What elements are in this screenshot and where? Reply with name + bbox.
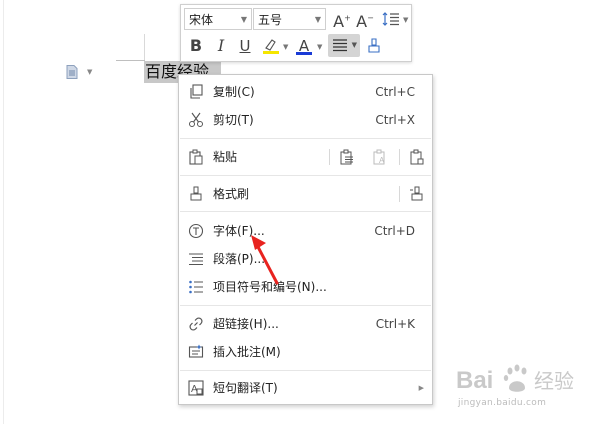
menu-item-paste[interactable]: 粘贴 A xyxy=(179,144,432,170)
menu-item-hyperlink[interactable]: 超链接(H)... Ctrl+K xyxy=(179,311,432,337)
grow-font-icon: A+ xyxy=(333,12,351,32)
menu-item-label: 短句翻译(T) xyxy=(213,381,278,395)
menu-item-label: 超链接(H)... xyxy=(213,317,279,331)
menu-item-insert-comment[interactable]: 插入批注(M) xyxy=(179,339,432,365)
format-painter-lock-icon[interactable] xyxy=(409,186,425,202)
shrink-font-button[interactable]: A− xyxy=(354,8,376,32)
menu-separator xyxy=(180,138,431,139)
menu-item-shortcut: Ctrl+D xyxy=(374,224,415,238)
align-justify-icon xyxy=(333,39,347,52)
menu-item-paragraph[interactable]: 段落(P)... xyxy=(179,246,432,272)
italic-icon: I xyxy=(217,36,225,55)
shrink-font-icon: A− xyxy=(356,12,374,32)
menu-item-cut[interactable]: 剪切(T) Ctrl+X xyxy=(179,107,432,133)
italic-button[interactable]: I xyxy=(210,35,232,57)
menu-divider xyxy=(329,149,330,165)
menu-item-copy[interactable]: 复制(C) Ctrl+C xyxy=(179,79,432,105)
menu-item-label: 粘贴 xyxy=(213,150,238,164)
paste-merge-format-icon[interactable] xyxy=(409,149,425,165)
mini-toolbar: 宋体 ▼ 五号 ▼ A+ A− ▼ B I U ▼ A ▼ ▼ xyxy=(180,4,412,62)
menu-item-translate[interactable]: A 短句翻译(T) ▶ xyxy=(179,375,432,401)
menu-item-label: 复制(C) xyxy=(213,85,255,99)
format-painter-icon xyxy=(368,38,380,53)
svg-text:经验: 经验 xyxy=(534,369,574,393)
menu-item-label: 剪切(T) xyxy=(213,113,254,127)
submenu-arrow-icon: ▶ xyxy=(418,384,424,392)
chevron-down-icon[interactable]: ▼ xyxy=(403,16,408,24)
format-painter-icon xyxy=(190,186,202,201)
page-margin-guide xyxy=(116,60,145,61)
menu-item-bullets-numbering[interactable]: 项目符号和编号(N)... xyxy=(179,274,432,300)
page-margin-guide xyxy=(144,34,145,60)
font-size-value: 五号 xyxy=(258,13,283,27)
svg-text:Bai: Bai xyxy=(456,367,493,394)
scissors-icon xyxy=(189,112,203,127)
menu-separator xyxy=(180,305,431,306)
font-name-select[interactable]: 宋体 ▼ xyxy=(184,8,252,30)
font-size-select[interactable]: 五号 ▼ xyxy=(253,8,326,30)
line-spacing-icon xyxy=(382,12,399,26)
copy-icon xyxy=(190,84,203,99)
font-color-bar xyxy=(296,52,312,55)
bold-icon: B xyxy=(189,36,203,55)
svg-text:A: A xyxy=(379,156,385,165)
chevron-down-icon[interactable]: ▼ xyxy=(317,43,322,51)
watermark-url: jingyan.baidu.com xyxy=(458,398,547,408)
context-menu: 复制(C) Ctrl+C 剪切(T) Ctrl+X 粘贴 A 格式刷 字体(F)… xyxy=(178,74,433,405)
comment-icon xyxy=(188,344,204,358)
chevron-down-icon[interactable]: ▼ xyxy=(87,68,92,76)
document-icon[interactable] xyxy=(66,64,78,79)
menu-item-shortcut: Ctrl+C xyxy=(375,85,415,99)
bold-button[interactable]: B xyxy=(185,35,207,57)
highlighter-icon xyxy=(263,39,279,54)
chevron-down-icon[interactable]: ▼ xyxy=(283,43,288,51)
highlight-button[interactable] xyxy=(260,35,282,57)
translate-icon: A xyxy=(188,380,204,396)
font-color-button[interactable]: A xyxy=(293,35,315,57)
menu-separator xyxy=(180,211,431,212)
grow-font-button[interactable]: A+ xyxy=(331,8,353,32)
paste-text-only-icon: A xyxy=(373,149,385,165)
annotation-arrow xyxy=(251,235,279,285)
page-edge xyxy=(3,0,4,424)
menu-divider xyxy=(399,186,400,202)
font-name-value: 宋体 xyxy=(189,13,214,27)
menu-separator xyxy=(180,175,431,176)
paste-keep-format-icon[interactable] xyxy=(339,149,355,165)
menu-item-format-painter[interactable]: 格式刷 xyxy=(179,181,432,207)
clipboard-icon xyxy=(189,149,203,165)
link-icon xyxy=(189,317,203,331)
font-icon xyxy=(188,223,204,239)
line-spacing-button[interactable] xyxy=(378,8,406,30)
menu-item-font[interactable]: 字体(F)... Ctrl+D xyxy=(179,218,432,244)
menu-item-label: 插入批注(M) xyxy=(213,345,281,359)
underline-icon: U xyxy=(239,37,251,55)
paragraph-icon xyxy=(189,253,203,266)
menu-separator xyxy=(180,370,431,371)
format-painter-button[interactable] xyxy=(363,35,385,57)
align-button[interactable]: ▼ xyxy=(328,34,360,57)
chevron-down-icon: ▼ xyxy=(351,41,357,49)
chevron-down-icon: ▼ xyxy=(314,15,321,24)
chevron-down-icon: ▼ xyxy=(240,15,247,24)
menu-item-shortcut: Ctrl+K xyxy=(375,317,415,331)
menu-divider xyxy=(399,149,400,165)
list-bullets-icon xyxy=(189,280,203,294)
menu-item-shortcut: Ctrl+X xyxy=(375,113,415,127)
underline-button[interactable]: U xyxy=(234,35,256,57)
menu-item-label: 格式刷 xyxy=(213,187,250,201)
